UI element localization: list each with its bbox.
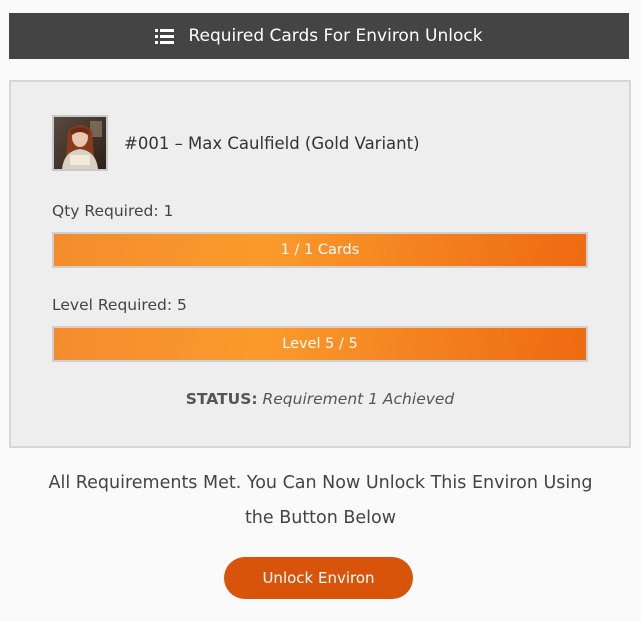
level-progress-text: Level 5 / 5 — [282, 336, 358, 352]
status-value: Requirement 1 Achieved — [262, 390, 455, 408]
unlock-message-line-1: All Requirements Met. You Can Now Unlock… — [48, 473, 593, 493]
level-required-label: Level Required: 5 — [52, 296, 187, 314]
status-line: STATUS: Requirement 1 Achieved — [11, 390, 629, 408]
section-header: Required Cards For Environ Unlock — [9, 13, 629, 59]
unlock-environ-button[interactable]: Unlock Environ — [224, 557, 413, 599]
unlock-message: All Requirements Met. You Can Now Unlock… — [0, 466, 641, 536]
status-key: STATUS: — [185, 390, 258, 408]
qty-required-label: Qty Required: 1 — [52, 202, 174, 220]
qty-progress-bar: 1 / 1 Cards — [52, 232, 588, 268]
list-icon — [155, 28, 175, 44]
section-title: Required Cards For Environ Unlock — [188, 26, 483, 46]
requirements-panel: #001 – Max Caulfield (Gold Variant) Qty … — [9, 80, 631, 448]
level-progress-bar: Level 5 / 5 — [52, 326, 588, 362]
card-row: #001 – Max Caulfield (Gold Variant) — [52, 113, 420, 173]
qty-progress-text: 1 / 1 Cards — [280, 242, 360, 258]
card-title: #001 – Max Caulfield (Gold Variant) — [124, 133, 420, 153]
card-thumbnail[interactable] — [52, 115, 108, 171]
unlock-message-line-2: the Button Below — [244, 508, 397, 528]
page: Required Cards For Environ Unlock #001 –… — [0, 0, 641, 621]
